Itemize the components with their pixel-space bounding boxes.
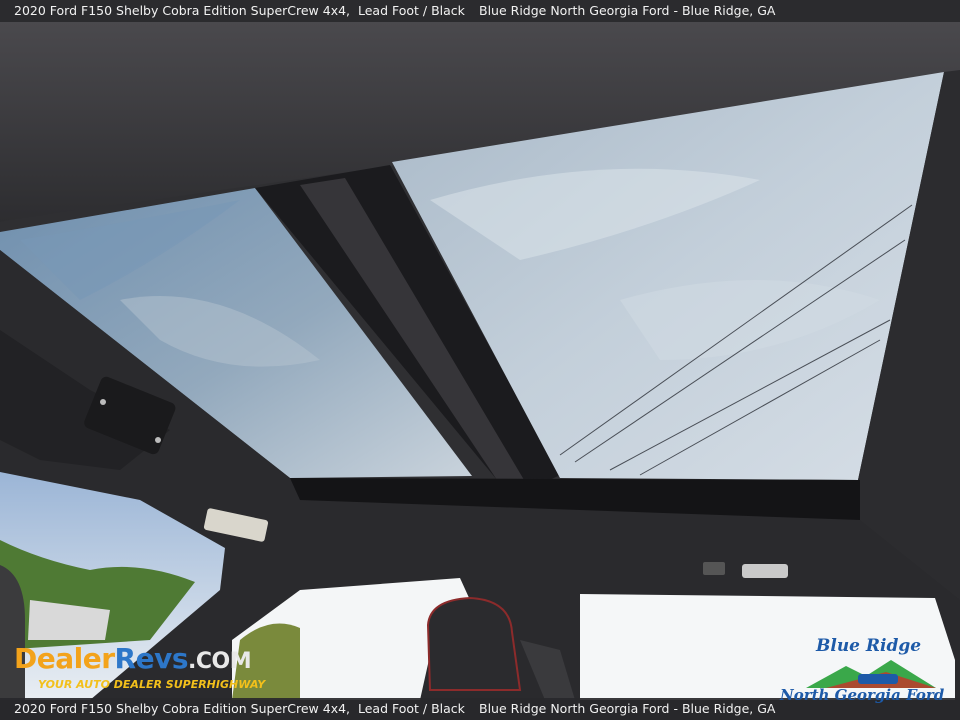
caption-vehicle-top: 2020 Ford F150 Shelby Cobra Edition Supe… [14, 3, 465, 18]
blue-ridge-line1: Blue Ridge [816, 636, 922, 656]
caption-dealer-top: Blue Ridge North Georgia Ford - Blue Rid… [479, 3, 776, 18]
caption-dealer-bottom: Blue Ridge North Georgia Ford - Blue Rid… [479, 701, 776, 716]
caption-bar-top: 2020 Ford F150 Shelby Cobra Edition Supe… [0, 0, 960, 22]
blue-ridge-line2: North Georgia Ford [780, 686, 945, 704]
vehicle-photo [0, 0, 960, 720]
caption-vehicle-bottom: 2020 Ford F150 Shelby Cobra Edition Supe… [14, 701, 465, 716]
reading-light [742, 564, 788, 578]
blue-ridge-watermark: Blue Ridge North Georgia Ford [776, 630, 960, 704]
dealerrevs-watermark: DealerRevs.COM YOUR AUTO DEALER SUPERHIG… [12, 628, 272, 694]
dealerrevs-name: DealerRevs.COM [14, 642, 252, 675]
dealerrevs-tagline: YOUR AUTO DEALER SUPERHIGHWAY [38, 678, 266, 691]
photo-viewer: 2020 Ford F150 Shelby Cobra Edition Supe… [0, 0, 960, 720]
